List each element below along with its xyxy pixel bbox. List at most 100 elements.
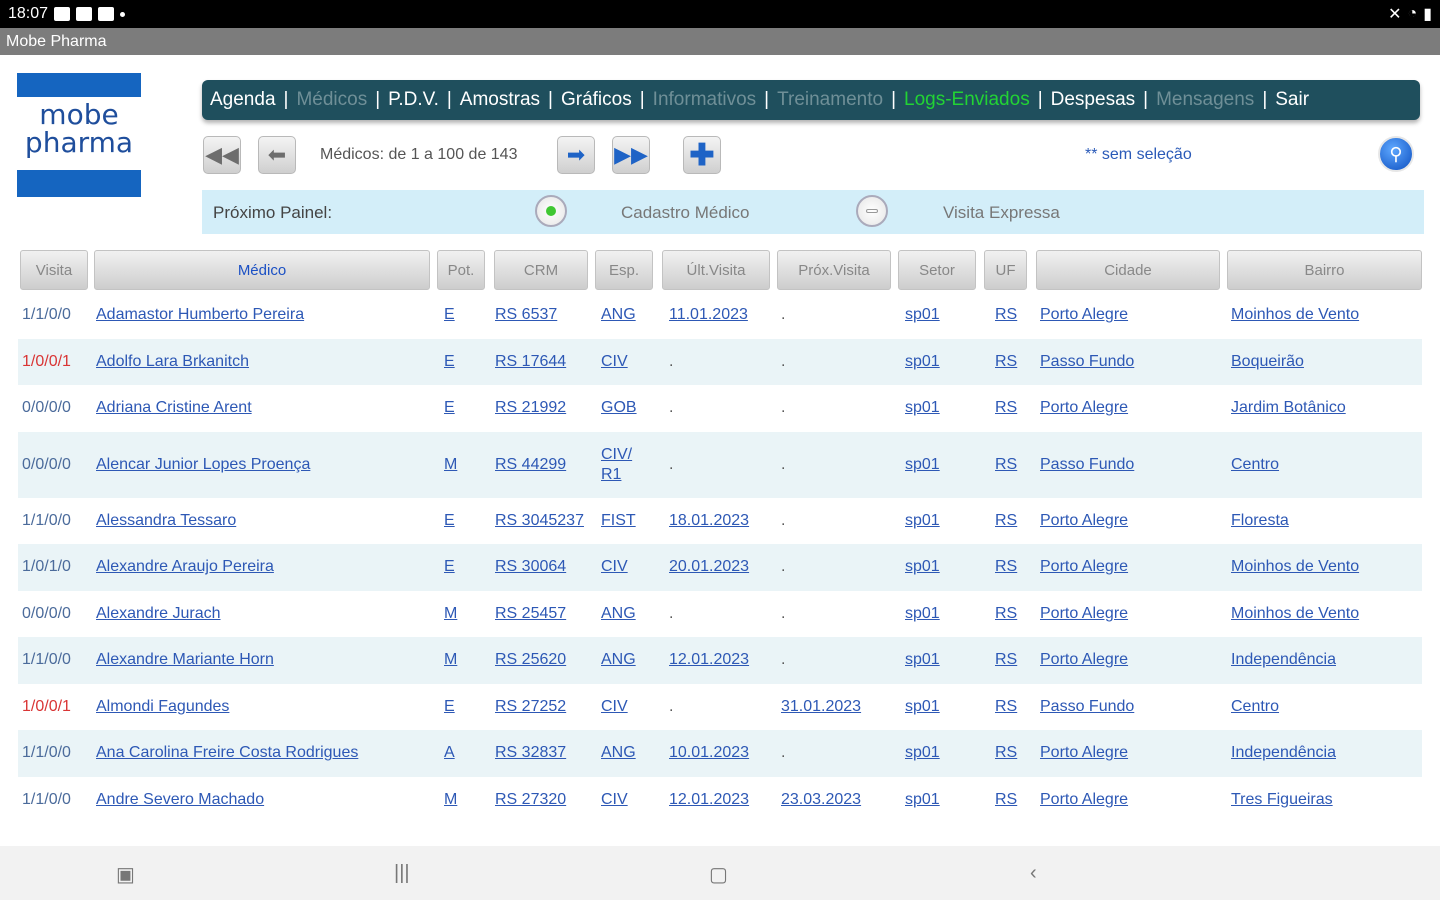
cell-crm[interactable]: RS 6537 <box>495 292 557 339</box>
first-page-button[interactable]: ◀◀ <box>203 136 241 174</box>
home-icon[interactable]: ▢ <box>709 862 728 887</box>
cell-uf[interactable]: RS <box>995 339 1017 386</box>
cell-crm[interactable]: RS 3045237 <box>495 498 584 545</box>
cell-medico[interactable]: Adolfo Lara Brkanitch <box>96 339 249 386</box>
cell-uf[interactable]: RS <box>995 730 1017 777</box>
column-header-setor[interactable]: Setor <box>898 250 976 290</box>
cell-pot[interactable]: M <box>444 637 457 684</box>
cell-ult[interactable]: 12.01.2023 <box>669 637 749 684</box>
cell-pot[interactable]: E <box>444 385 455 432</box>
cell-esp[interactable]: ANG <box>601 292 636 339</box>
cell-pot[interactable]: E <box>444 498 455 545</box>
menu-item[interactable]: Gráficos <box>561 89 632 111</box>
column-header-uf[interactable]: UF <box>984 250 1027 290</box>
cell-cidade[interactable]: Porto Alegre <box>1040 498 1128 545</box>
column-header-bairro[interactable]: Bairro <box>1227 250 1422 290</box>
cell-esp[interactable]: CIV <box>601 777 628 824</box>
column-header-crm[interactable]: CRM <box>494 250 588 290</box>
cell-esp[interactable]: ANG <box>601 730 636 777</box>
cell-esp[interactable]: FIST <box>601 498 636 545</box>
radio-visita-expressa[interactable] <box>856 195 888 227</box>
cell-cidade[interactable]: Passo Fundo <box>1040 432 1134 498</box>
cell-crm[interactable]: RS 25457 <box>495 591 566 638</box>
column-header-medico[interactable]: Médico <box>94 250 430 290</box>
recent-apps-icon[interactable]: ||| <box>394 862 410 885</box>
previous-page-button[interactable]: ⬅ <box>258 136 296 174</box>
cell-setor[interactable]: sp01 <box>905 544 940 591</box>
cell-cidade[interactable]: Porto Alegre <box>1040 637 1128 684</box>
cell-uf[interactable]: RS <box>995 498 1017 545</box>
menu-item[interactable]: Informativos <box>653 89 756 111</box>
cell-medico[interactable]: Alessandra Tessaro <box>96 498 236 545</box>
cell-cidade[interactable]: Porto Alegre <box>1040 730 1128 777</box>
table-row[interactable]: 0/0/0/0 Alexandre Jurach M RS 25457 ANG.. sp0… <box>18 591 1422 638</box>
cell-crm[interactable]: RS 27252 <box>495 684 566 731</box>
cell-pot[interactable]: E <box>444 684 455 731</box>
cell-cidade[interactable]: Passo Fundo <box>1040 684 1134 731</box>
cell-crm[interactable]: RS 32837 <box>495 730 566 777</box>
cell-medico[interactable]: Alexandre Mariante Horn <box>96 637 274 684</box>
cell-esp[interactable]: ANG <box>601 591 636 638</box>
cell-medico[interactable]: Andre Severo Machado <box>96 777 264 824</box>
column-header-esp[interactable]: Esp. <box>595 250 653 290</box>
cell-esp[interactable]: CIV <box>601 339 628 386</box>
cell-bairro[interactable]: Tres Figueiras <box>1231 777 1333 824</box>
table-row[interactable]: 1/1/0/0 Alexandre Mariante Horn M RS 25620 A… <box>18 637 1422 684</box>
cell-ult[interactable]: 20.01.2023 <box>669 544 749 591</box>
cell-medico[interactable]: Alexandre Araujo Pereira <box>96 544 274 591</box>
cell-uf[interactable]: RS <box>995 684 1017 731</box>
menu-item[interactable]: Agenda <box>210 89 276 111</box>
cell-uf[interactable]: RS <box>995 385 1017 432</box>
cell-esp[interactable]: ANG <box>601 637 636 684</box>
cell-esp[interactable]: CIV/ R1 <box>601 432 641 498</box>
cell-bairro[interactable]: Moinhos de Vento <box>1231 591 1359 638</box>
cell-medico[interactable]: Alexandre Jurach <box>96 591 221 638</box>
cell-bairro[interactable]: Independência <box>1231 730 1336 777</box>
cell-ult[interactable]: 12.01.2023 <box>669 777 749 824</box>
last-page-button[interactable]: ▶▶ <box>612 136 650 174</box>
cell-uf[interactable]: RS <box>995 637 1017 684</box>
cell-cidade[interactable]: Porto Alegre <box>1040 777 1128 824</box>
cell-pot[interactable]: M <box>444 432 457 498</box>
screenshot-icon[interactable]: ▣ <box>116 862 135 887</box>
cell-setor[interactable]: sp01 <box>905 385 940 432</box>
cell-pot[interactable]: E <box>444 292 455 339</box>
cell-setor[interactable]: sp01 <box>905 730 940 777</box>
table-row[interactable]: 1/1/0/0 Alessandra Tessaro E RS 3045237 FIST… <box>18 498 1422 545</box>
cell-crm[interactable]: RS 21992 <box>495 385 566 432</box>
cell-setor[interactable]: sp01 <box>905 498 940 545</box>
cell-pot[interactable]: E <box>444 339 455 386</box>
cell-crm[interactable]: RS 44299 <box>495 432 566 498</box>
menu-item[interactable]: Médicos <box>296 89 367 111</box>
cell-cidade[interactable]: Porto Alegre <box>1040 544 1128 591</box>
table-row[interactable]: 1/0/0/1 Almondi Fagundes E RS 27252 CIV. 31.0… <box>18 684 1422 731</box>
cell-setor[interactable]: sp01 <box>905 637 940 684</box>
table-row[interactable]: 0/0/0/0 Alencar Junior Lopes Proença M RS 4… <box>18 431 1422 498</box>
cell-setor[interactable]: sp01 <box>905 432 940 498</box>
cell-crm[interactable]: RS 17644 <box>495 339 566 386</box>
cell-uf[interactable]: RS <box>995 544 1017 591</box>
menu-item[interactable]: P.D.V. <box>388 89 439 111</box>
menu-item[interactable]: Amostras <box>460 89 540 111</box>
cell-pot[interactable]: M <box>444 777 457 824</box>
cell-bairro[interactable]: Floresta <box>1231 498 1289 545</box>
column-header-cidade[interactable]: Cidade <box>1036 250 1220 290</box>
menu-item[interactable]: Mensagens <box>1156 89 1254 111</box>
menu-item[interactable]: Treinamento <box>777 89 883 111</box>
cell-uf[interactable]: RS <box>995 777 1017 824</box>
cell-cidade[interactable]: Porto Alegre <box>1040 591 1128 638</box>
add-doctor-button[interactable]: ✚ <box>683 136 721 174</box>
cell-prox[interactable]: 23.03.2023 <box>781 777 861 824</box>
cell-bairro[interactable]: Independência <box>1231 637 1336 684</box>
cell-ult[interactable]: 18.01.2023 <box>669 498 749 545</box>
cell-medico[interactable]: Adriana Cristine Arent <box>96 385 252 432</box>
cell-uf[interactable]: RS <box>995 432 1017 498</box>
back-icon[interactable]: ‹ <box>1030 862 1037 885</box>
cell-setor[interactable]: sp01 <box>905 777 940 824</box>
cell-pot[interactable]: A <box>444 730 455 777</box>
cell-bairro[interactable]: Centro <box>1231 684 1279 731</box>
cell-bairro[interactable]: Centro <box>1231 432 1279 498</box>
cell-cidade[interactable]: Passo Fundo <box>1040 339 1134 386</box>
cell-esp[interactable]: GOB <box>601 385 637 432</box>
cell-bairro[interactable]: Jardim Botânico <box>1231 385 1346 432</box>
